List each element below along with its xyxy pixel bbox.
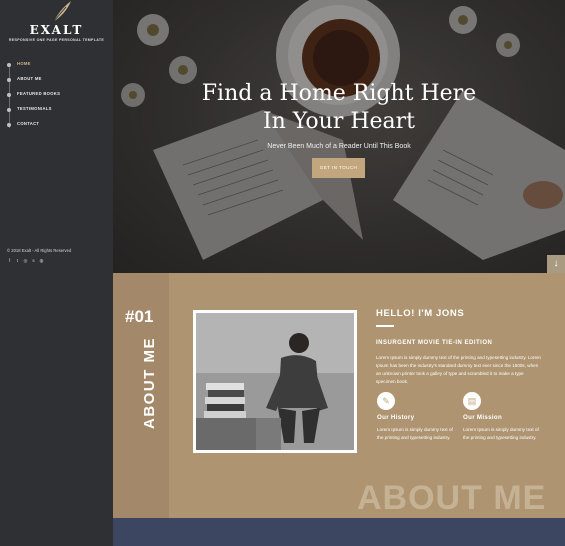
feature-title-history: Our History [377, 414, 415, 421]
nav-item-home[interactable]: HOME [0, 60, 113, 70]
nav-dot [7, 93, 11, 97]
feature-text-mission: Lorem Ipsum is simply dummy text of the … [463, 427, 539, 440]
feature-title-mission: Our Mission [463, 414, 503, 421]
main-nav: HOME ABOUT ME FEATURED BOOKS TESTIMONIAL… [0, 60, 113, 132]
nav-label: TESTIMONIALS [17, 106, 52, 111]
sidebar: EXALT RESPONSIVE ONE PAGE PERSONAL TEMPL… [0, 0, 113, 546]
nav-label: HOME [17, 61, 31, 66]
about-paragraph: Lorem Ipsum is simply dummy text of the … [376, 355, 541, 384]
feather-icon [53, 1, 71, 22]
instagram-icon[interactable]: ◎ [23, 258, 28, 263]
next-section-strip [113, 518, 565, 546]
skype-icon[interactable]: s [31, 258, 36, 263]
nav-item-testimonials[interactable]: TESTIMONIALS [0, 105, 113, 115]
nav-dot [7, 108, 11, 112]
history-book-icon: ✎ [377, 392, 395, 410]
feature-text-history: Lorem Ipsum is simply dummy text of the … [377, 427, 453, 440]
hero-title: Find a Home Right Here In Your Heart [113, 80, 565, 136]
nav-item-about-me[interactable]: ABOUT ME [0, 75, 113, 85]
nav-dot [7, 123, 11, 127]
arrow-down-icon[interactable]: ↓ [547, 255, 565, 273]
nav-item-featured-books[interactable]: FEATURED BOOKS [0, 90, 113, 100]
dribbble-icon[interactable]: ◍ [39, 258, 44, 263]
nav-dot [7, 78, 11, 82]
about-heading: HELLO! I'M JONS [376, 308, 465, 319]
copyright: © 2018 Exalt - All Rights Reserved [7, 248, 72, 253]
nav-dot [7, 63, 11, 67]
twitter-icon[interactable]: t [15, 258, 20, 263]
section-number: #01 [125, 307, 154, 326]
about-vertical-title: ABOUT ME [141, 337, 158, 429]
nav-label: FEATURED BOOKS [17, 91, 61, 96]
social-links: f t ◎ s ◍ [7, 258, 44, 263]
author-photo-image [196, 313, 354, 450]
heading-rule [376, 325, 394, 327]
brand-name: EXALT [29, 23, 84, 37]
hero-title-line2: In Your Heart [262, 109, 416, 134]
hero-subtitle: Never Been Much of a Reader Until This B… [267, 143, 411, 150]
hero-title-line1: Find a Home Right Here [201, 81, 477, 106]
author-photo [193, 310, 357, 453]
brand-tagline: RESPONSIVE ONE PAGE PERSONAL TEMPLATE [8, 38, 105, 42]
get-in-touch-button[interactable]: GET IN TOUCH [312, 158, 365, 178]
nav-label: CONTACT [17, 121, 40, 126]
about-watermark: ABOUT ME [357, 479, 547, 517]
about-side-panel: #01 ABOUT ME [113, 273, 169, 518]
facebook-icon[interactable]: f [7, 258, 12, 263]
edition-title: INSURGENT MOVIE TIE-IN EDITION [376, 340, 493, 346]
hero-background-image [113, 0, 565, 273]
nav-item-contact[interactable]: CONTACT [0, 120, 113, 130]
about-section: #01 ABOUT ME ABOUT ME HELLO! I'M JONS IN… [113, 273, 565, 518]
mission-book-icon: ▤ [463, 392, 481, 410]
hero-section: Find a Home Right Here In Your Heart Nev… [113, 0, 565, 273]
nav-label: ABOUT ME [17, 76, 42, 81]
